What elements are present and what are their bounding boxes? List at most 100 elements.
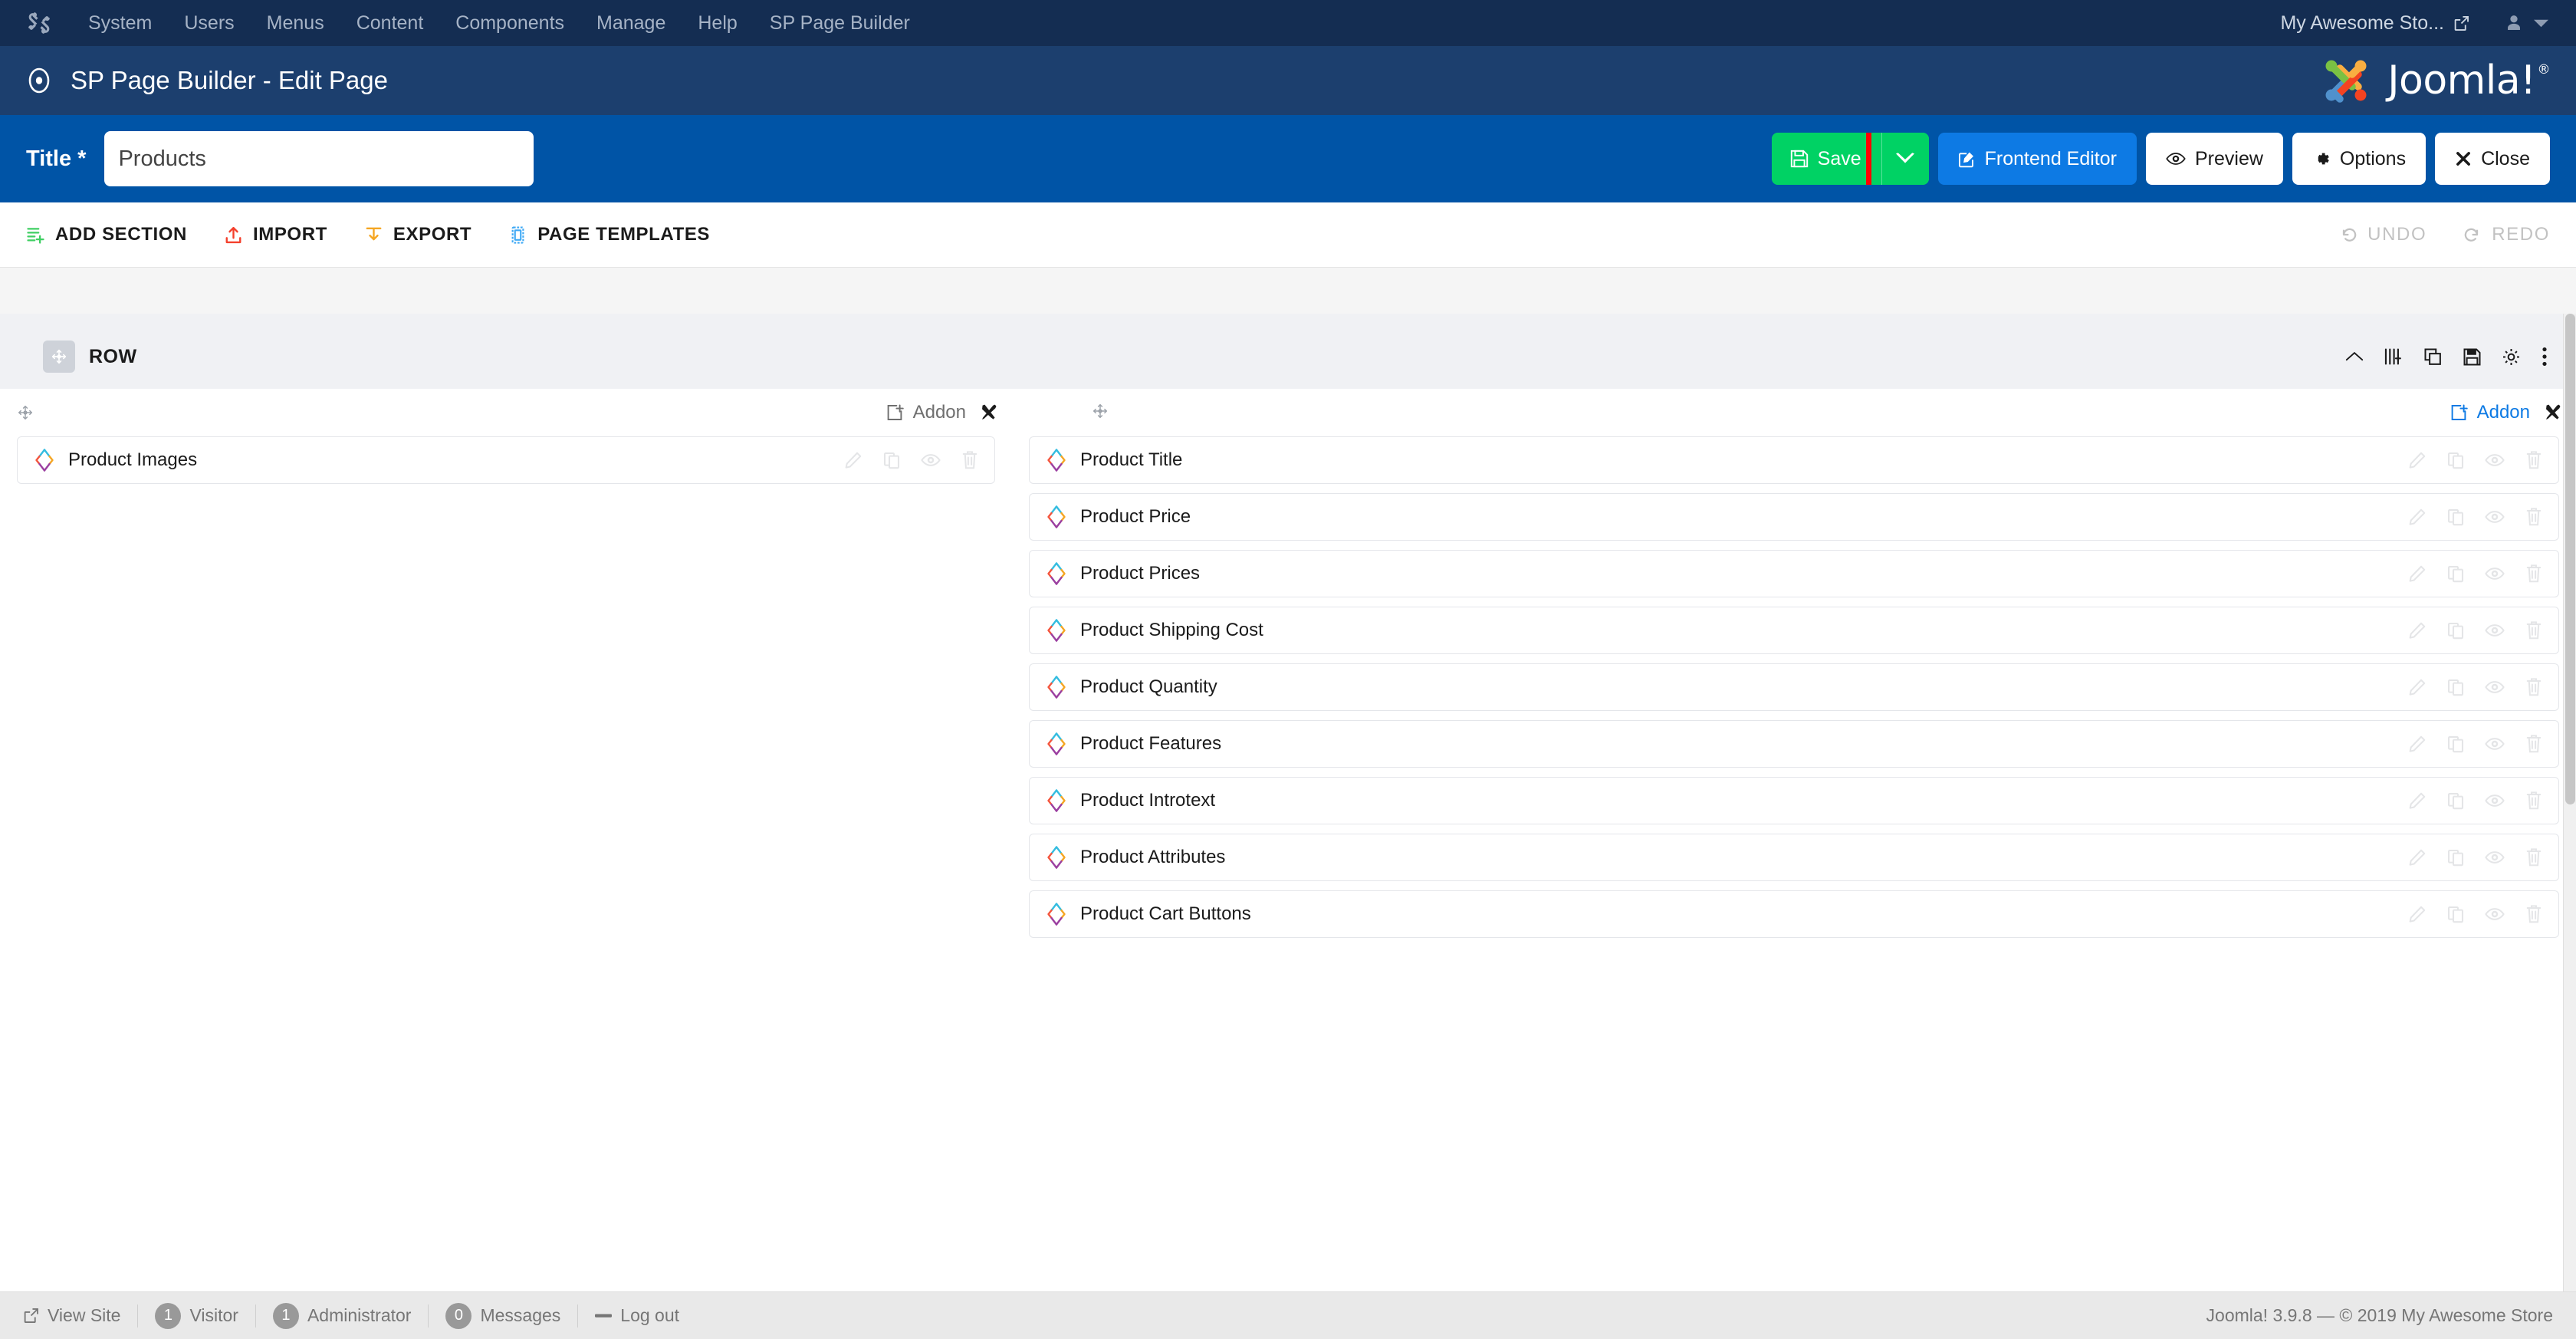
- addon-row[interactable]: Product Shipping Cost: [1029, 607, 2559, 654]
- user-menu-button[interactable]: [2500, 14, 2548, 32]
- trash-icon[interactable]: [2525, 450, 2543, 470]
- pencil-icon[interactable]: [2408, 735, 2426, 753]
- logout-link[interactable]: Log out: [578, 1305, 696, 1326]
- addon-row[interactable]: Product Images: [17, 436, 995, 484]
- admin-menu-menus[interactable]: Menus: [251, 0, 340, 46]
- eye-icon[interactable]: [2485, 850, 2505, 865]
- frontend-editor-button[interactable]: Frontend Editor: [1937, 133, 2137, 185]
- preview-button[interactable]: Preview: [2145, 133, 2283, 185]
- add-section-button[interactable]: ADD SECTION: [26, 224, 187, 245]
- admin-menu-system[interactable]: System: [72, 0, 168, 46]
- add-addon-button-right[interactable]: Addon: [2450, 402, 2530, 423]
- joomla-mark-icon[interactable]: [26, 10, 52, 36]
- administrators-link[interactable]: 1 Administrator: [256, 1302, 428, 1329]
- duplicate-icon[interactable]: [2446, 451, 2465, 469]
- addon-row[interactable]: Product Prices: [1029, 550, 2559, 597]
- duplicate-icon[interactable]: [2446, 735, 2465, 753]
- duplicate-icon[interactable]: [2446, 564, 2465, 583]
- eye-icon[interactable]: [2485, 452, 2505, 468]
- save-button-group[interactable]: Save: [1771, 133, 1929, 185]
- pencil-icon[interactable]: [2408, 905, 2426, 923]
- floppy-disk-icon[interactable]: [2463, 347, 2482, 367]
- save-dropdown-toggle[interactable]: [1881, 133, 1929, 185]
- close-button[interactable]: Close: [2435, 133, 2550, 185]
- eye-icon[interactable]: [2485, 906, 2505, 922]
- eye-icon[interactable]: [2485, 679, 2505, 695]
- export-button[interactable]: EXPORT: [364, 224, 472, 245]
- duplicate-icon[interactable]: [882, 451, 901, 469]
- admin-menu-content[interactable]: Content: [340, 0, 440, 46]
- eye-icon[interactable]: [2485, 509, 2505, 525]
- column-right[interactable]: Addon Product Title Product Price Product …: [1012, 389, 2576, 962]
- admin-menu-help[interactable]: Help: [682, 0, 753, 46]
- view-site-link[interactable]: View Site: [23, 1305, 137, 1326]
- column-drag-handle[interactable]: [17, 404, 34, 421]
- eye-icon[interactable]: [2485, 623, 2505, 638]
- trash-icon[interactable]: [2525, 507, 2543, 527]
- visitors-link[interactable]: 1 Visitor: [138, 1302, 255, 1329]
- title-input[interactable]: [104, 131, 534, 186]
- undo-button[interactable]: UNDO: [2339, 224, 2426, 245]
- pencil-icon[interactable]: [2408, 451, 2426, 469]
- eye-icon[interactable]: [2485, 736, 2505, 752]
- trash-icon[interactable]: [2525, 564, 2543, 584]
- redo-button[interactable]: REDO: [2463, 224, 2550, 245]
- row-drag-handle[interactable]: [43, 341, 75, 373]
- eye-icon: [2166, 151, 2186, 166]
- pencil-icon[interactable]: [2408, 848, 2426, 867]
- chevron-up-icon[interactable]: [2345, 350, 2364, 363]
- tools-icon[interactable]: [980, 403, 998, 422]
- duplicate-icon[interactable]: [2446, 905, 2465, 923]
- column-left[interactable]: Addon Product Images: [0, 389, 1012, 508]
- admin-menu-sp-page-builder[interactable]: SP Page Builder: [754, 0, 926, 46]
- addon-row[interactable]: Product Features: [1029, 720, 2559, 768]
- page-templates-button[interactable]: PAGE TEMPLATES: [508, 224, 710, 245]
- addon-row[interactable]: Product Title: [1029, 436, 2559, 484]
- add-column-icon[interactable]: [2384, 347, 2404, 366]
- admin-menu-components[interactable]: Components: [439, 0, 580, 46]
- site-name-link[interactable]: My Awesome Sto...: [2280, 12, 2500, 35]
- builder-canvas[interactable]: ROW Addon Product Images Addon Product T…: [0, 314, 2576, 1291]
- trash-icon[interactable]: [2525, 791, 2543, 811]
- addon-row[interactable]: Product Quantity: [1029, 663, 2559, 711]
- trash-icon[interactable]: [961, 450, 979, 470]
- addon-row[interactable]: Product Price: [1029, 493, 2559, 541]
- add-addon-button-left[interactable]: Addon: [886, 402, 966, 423]
- admin-menu-users[interactable]: Users: [168, 0, 250, 46]
- eye-icon[interactable]: [2485, 793, 2505, 808]
- gear-icon[interactable]: [2502, 347, 2521, 367]
- pencil-icon[interactable]: [2408, 678, 2426, 696]
- eye-icon[interactable]: [2485, 566, 2505, 581]
- duplicate-icon[interactable]: [2446, 848, 2465, 867]
- kebab-menu-icon[interactable]: [2541, 347, 2548, 367]
- duplicate-icon[interactable]: [2423, 347, 2443, 367]
- import-button[interactable]: IMPORT: [224, 224, 327, 245]
- pencil-icon[interactable]: [2408, 564, 2426, 583]
- duplicate-icon[interactable]: [2446, 508, 2465, 526]
- addon-row[interactable]: Product Attributes: [1029, 834, 2559, 881]
- duplicate-icon[interactable]: [2446, 791, 2465, 810]
- addon-label: Product Price: [1080, 506, 1191, 527]
- duplicate-icon[interactable]: [2446, 621, 2465, 640]
- options-button[interactable]: Options: [2292, 133, 2426, 185]
- duplicate-icon[interactable]: [2446, 678, 2465, 696]
- joomla-brand: Joomla! ®: [2318, 53, 2550, 108]
- eye-icon[interactable]: [921, 452, 941, 468]
- addon-row[interactable]: Product Introtext: [1029, 777, 2559, 824]
- trash-icon[interactable]: [2525, 620, 2543, 640]
- save-button[interactable]: Save: [1771, 133, 1881, 185]
- canvas-scrollbar[interactable]: [2563, 314, 2576, 1291]
- addon-row[interactable]: Product Cart Buttons: [1029, 890, 2559, 938]
- pencil-icon[interactable]: [2408, 508, 2426, 526]
- trash-icon[interactable]: [2525, 847, 2543, 867]
- trash-icon[interactable]: [2525, 677, 2543, 697]
- tools-icon[interactable]: [2544, 403, 2562, 422]
- trash-icon[interactable]: [2525, 734, 2543, 754]
- admin-menu-manage[interactable]: Manage: [580, 0, 682, 46]
- pencil-icon[interactable]: [844, 451, 863, 469]
- pencil-icon[interactable]: [2408, 791, 2426, 810]
- trash-icon[interactable]: [2525, 904, 2543, 924]
- canvas-scrollbar-thumb[interactable]: [2565, 314, 2575, 804]
- pencil-icon[interactable]: [2408, 621, 2426, 640]
- messages-link[interactable]: 0 Messages: [429, 1302, 577, 1329]
